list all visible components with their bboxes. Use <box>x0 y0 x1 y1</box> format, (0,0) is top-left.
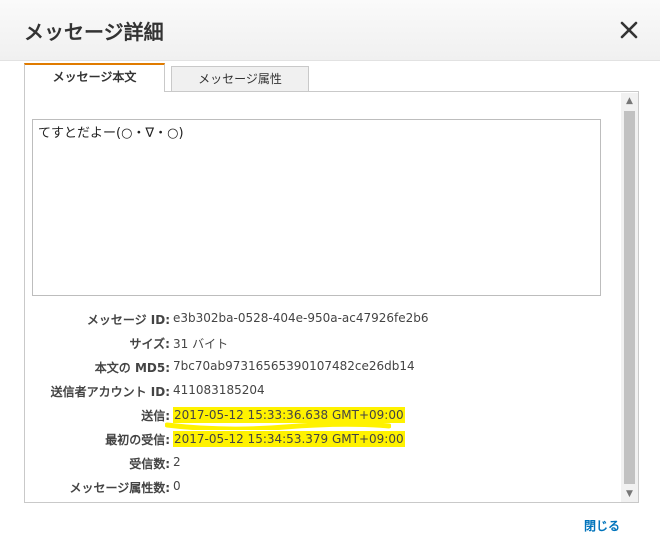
attr-md5-row: 本文の MD5: 7bc70ab97316565390107482ce26db1… <box>25 357 620 377</box>
attr-label: 最初の受信: <box>105 433 170 447</box>
attr-message-id-row: メッセージ ID: e3b302ba-0528-404e-950a-ac4792… <box>25 309 620 329</box>
attr-label: メッセージ ID: <box>86 313 170 327</box>
attr-label: メッセージ属性数: <box>69 481 170 495</box>
attr-value: 7bc70ab97316565390107482ce26db14 <box>173 359 415 373</box>
tab-panel: てすとだよー(○・∇・○) メッセージ ID: e3b302ba-0528-40… <box>24 91 639 503</box>
attr-value: e3b302ba-0528-404e-950a-ac47926fe2b6 <box>173 311 429 325</box>
attr-value-highlighted: 2017-05-12 15:34:53.379 GMT+09:00 <box>173 431 405 447</box>
tab-message-attributes[interactable]: メッセージ属性 <box>171 66 309 92</box>
tab-message-body[interactable]: メッセージ本文 <box>24 63 165 92</box>
attr-first-received-row: 最初の受信: 2017-05-12 15:34:53.379 GMT+09:00 <box>25 429 620 449</box>
attr-receive-count-row: 受信数: 2 <box>25 453 620 473</box>
scroll-thumb[interactable] <box>624 111 635 484</box>
scroll-up-arrow-icon[interactable]: ▲ <box>621 93 638 109</box>
attr-attribute-count-row: メッセージ属性数: 0 <box>25 477 620 497</box>
close-button[interactable]: 閉じる <box>584 517 620 534</box>
scroll-down-arrow-icon[interactable]: ▼ <box>621 486 638 502</box>
attr-value: 0 <box>173 479 181 493</box>
dialog-title: メッセージ詳細 <box>24 20 164 44</box>
dialog-header: メッセージ詳細 <box>0 0 660 61</box>
attr-value: 411083185204 <box>173 383 265 397</box>
attr-label: 本文の MD5: <box>94 361 170 375</box>
message-body-text[interactable]: てすとだよー(○・∇・○) <box>32 119 601 296</box>
attr-value: 31 バイト <box>173 337 229 351</box>
highlight-stroke-icon <box>165 421 391 430</box>
attr-sender-account-row: 送信者アカウント ID: 411083185204 <box>25 381 620 401</box>
attr-label: サイズ: <box>129 337 170 351</box>
attr-label: 受信数: <box>129 457 170 471</box>
vertical-scrollbar[interactable]: ▲ ▼ <box>621 93 638 502</box>
attr-sent-row: 送信: 2017-05-12 15:33:36.638 GMT+09:00 <box>25 405 620 430</box>
attr-value: 2 <box>173 455 181 469</box>
close-x-icon[interactable] <box>617 18 641 42</box>
attr-size-row: サイズ: 31 バイト <box>25 333 620 353</box>
attr-label: 送信者アカウント ID: <box>50 385 170 399</box>
